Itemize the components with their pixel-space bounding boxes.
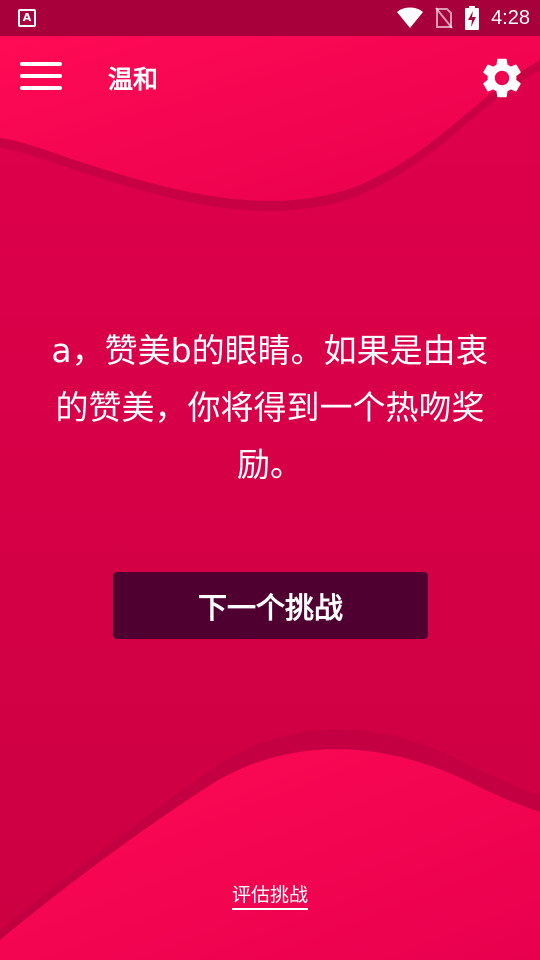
status-bar: A 4:28	[0, 0, 540, 36]
wifi-icon	[397, 7, 424, 28]
settings-button[interactable]	[478, 54, 526, 102]
gear-icon	[483, 58, 521, 98]
status-time: 4:28	[491, 6, 530, 29]
no-sim-icon	[435, 7, 453, 29]
page-title: 温和	[108, 65, 159, 94]
status-icons: 4:28	[397, 0, 530, 36]
next-challenge-button[interactable]: 下一个挑战	[113, 572, 428, 639]
challenge-text: a，赞美b的眼睛。如果是由衷的赞美，你将得到一个热吻奖励。	[51, 331, 489, 484]
rate-challenge-link-row: 评估挑战	[0, 880, 540, 910]
battery-charging-icon	[465, 6, 480, 30]
app-bar: 温和	[0, 36, 540, 120]
rate-challenge-link[interactable]: 评估挑战	[231, 884, 308, 910]
app-notification-icon: A	[18, 9, 36, 27]
menu-button[interactable]	[18, 58, 66, 98]
